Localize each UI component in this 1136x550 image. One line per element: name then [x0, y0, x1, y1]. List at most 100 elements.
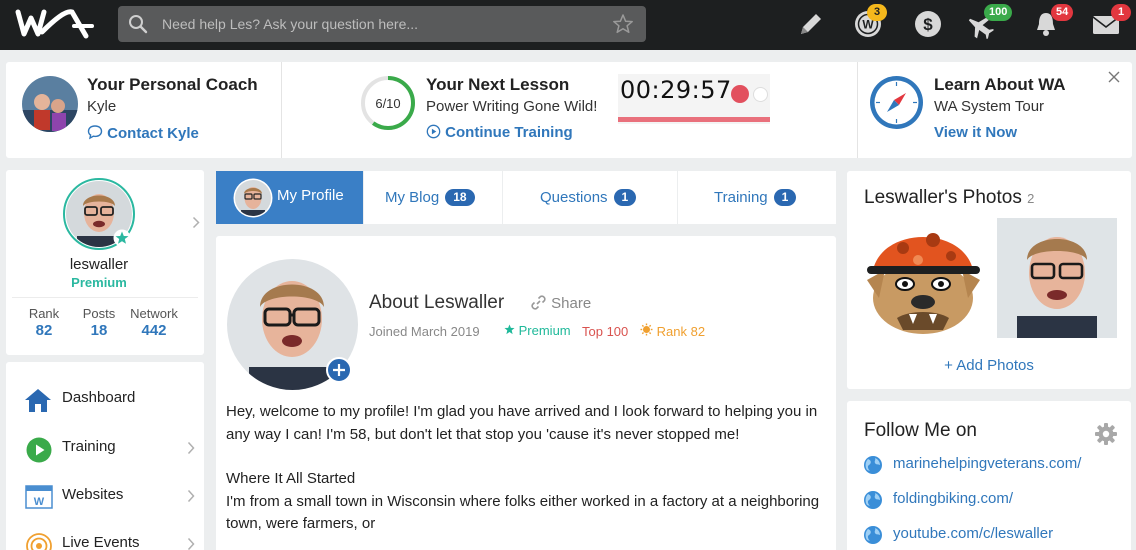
link-icon: [531, 295, 546, 310]
tab-badge: 1: [773, 189, 797, 206]
learn-title: Learn About WA: [934, 75, 1066, 94]
stat-label: Posts: [82, 306, 116, 321]
add-photos-link[interactable]: + Add Photos: [847, 357, 1131, 374]
globe-icon: [864, 456, 882, 474]
chat-bubble-icon: [87, 125, 103, 140]
globe-icon: [864, 491, 882, 509]
play-circle-icon: [426, 124, 441, 139]
search-icon: [129, 15, 148, 34]
lesson-timer: 00:29:57: [620, 76, 732, 104]
share-button[interactable]: Share: [530, 294, 591, 312]
svg-text:$: $: [923, 15, 933, 34]
profile-username[interactable]: leswaller: [6, 256, 192, 273]
nav-item-websites[interactable]: W Websites: [6, 476, 204, 516]
nav-item-dashboard[interactable]: Dashboard: [6, 379, 204, 419]
close-icon[interactable]: [1108, 71, 1120, 83]
share-label: Share: [551, 295, 592, 312]
lesson-progress-ring: 6/10: [361, 76, 415, 130]
view-it-now-link[interactable]: View it Now: [934, 124, 1017, 141]
lesson-progress-text: 6/10: [375, 96, 400, 111]
follow-title: Follow Me on: [864, 420, 977, 441]
learn-sub: WA System Tour: [934, 98, 1045, 115]
chevron-right-icon: [187, 441, 195, 455]
tab-training[interactable]: Training 1: [678, 171, 836, 224]
tab-label: Questions: [540, 189, 608, 206]
stat-label: Rank: [28, 306, 60, 321]
tab-badge: 18: [445, 189, 475, 206]
about-subheading: Where It All Started: [226, 470, 356, 487]
credits-badge: 3: [867, 4, 887, 21]
gear-icon[interactable]: [1094, 422, 1118, 446]
photos-title: Leswaller's Photos: [864, 187, 1022, 208]
tab-badge: 1: [613, 189, 637, 206]
wa-credits-button[interactable]: W 3: [853, 4, 887, 39]
tab-my-blog[interactable]: My Blog 18: [364, 171, 502, 224]
tab-label: Training: [714, 189, 768, 206]
chevron-right-icon: [187, 489, 195, 503]
divider: [281, 62, 282, 158]
messages-button[interactable]: 1: [1091, 4, 1131, 39]
lesson-video-thumbnail[interactable]: 00:29:57: [618, 74, 770, 124]
nav-item-training[interactable]: Training: [6, 428, 204, 468]
affiliate-flight-button[interactable]: 100: [966, 4, 1013, 39]
about-paragraph: I'm from a small town in Wisconsin where…: [226, 492, 820, 533]
follow-link[interactable]: marinehelpingveterans.com/: [893, 455, 1081, 472]
tab-avatar: [233, 178, 273, 218]
lesson-name: Power Writing Gone Wild!: [426, 98, 598, 115]
les-photo[interactable]: [997, 218, 1117, 338]
coach-avatar[interactable]: [22, 76, 78, 132]
rank-tag: Rank 82: [640, 323, 705, 339]
top-100-tag: Top 100: [582, 324, 629, 339]
video-progress-bar: [618, 117, 770, 122]
nav-label: Live Events: [62, 534, 140, 550]
notifications-badge: 54: [1051, 4, 1074, 21]
nav-item-live-events[interactable]: Live Events: [6, 524, 204, 550]
main-navigation-menu: Dashboard Training W Websites Live Event…: [6, 362, 204, 550]
pencil-icon[interactable]: [796, 9, 826, 39]
contact-coach-label: Contact Kyle: [107, 125, 199, 142]
stat-value: 18: [90, 322, 108, 339]
divider: [12, 297, 198, 298]
star-icon[interactable]: [612, 13, 634, 35]
coach-name: Kyle: [87, 98, 117, 115]
stop-dot-icon: [753, 87, 768, 102]
star-icon: [504, 324, 515, 335]
membership-label: Premium: [71, 275, 127, 290]
stat-network[interactable]: Network 442: [124, 306, 184, 339]
broadcast-icon: [26, 533, 52, 550]
bulldog-photo[interactable]: [863, 218, 984, 338]
photos-count: 2: [1027, 191, 1035, 206]
about-paragraph: Hey, welcome to my profile! I'm glad you…: [226, 403, 818, 443]
top-navigation-bar: W 3 $ 100 54 1: [0, 0, 1136, 50]
compass-icon[interactable]: [868, 74, 925, 131]
coach-lesson-panel: Your Personal Coach Kyle Contact Kyle 6/…: [6, 62, 1132, 158]
dollar-icon[interactable]: $: [913, 9, 943, 39]
follow-link[interactable]: youtube.com/c/leswaller: [893, 525, 1053, 542]
tab-my-profile[interactable]: My Profile: [216, 171, 363, 224]
messages-badge: 1: [1111, 4, 1131, 21]
stat-posts[interactable]: Posts 18: [69, 306, 129, 339]
wealthy-affiliate-logo[interactable]: [14, 6, 102, 42]
stat-label: Network: [130, 306, 178, 321]
chevron-right-icon[interactable]: [192, 216, 200, 229]
globe-icon: [864, 526, 882, 544]
notifications-button[interactable]: 54: [1031, 4, 1074, 39]
lesson-title: Your Next Lesson: [426, 75, 570, 94]
photos-card: Leswaller's Photos 2 + Add Photos: [847, 171, 1131, 389]
website-icon: W: [25, 485, 53, 509]
search-input[interactable]: [162, 6, 602, 42]
stat-rank[interactable]: Rank 82: [14, 306, 74, 339]
follow-link[interactable]: foldingbiking.com/: [893, 490, 1013, 507]
follow-me-card: Follow Me on marinehelpingveterans.com/ …: [847, 401, 1131, 550]
search-bar[interactable]: [118, 6, 646, 42]
premium-tag: Premium: [504, 323, 571, 338]
tab-questions[interactable]: Questions 1: [503, 171, 677, 224]
contact-coach-link[interactable]: Contact Kyle: [87, 124, 199, 142]
divider: [857, 62, 858, 158]
add-photo-icon[interactable]: [326, 357, 352, 383]
nav-label: Websites: [62, 486, 124, 503]
tab-label: My Profile: [277, 187, 344, 204]
tab-label: My Blog: [385, 189, 440, 206]
continue-training-link[interactable]: Continue Training: [426, 124, 573, 141]
chevron-right-icon: [187, 537, 195, 550]
